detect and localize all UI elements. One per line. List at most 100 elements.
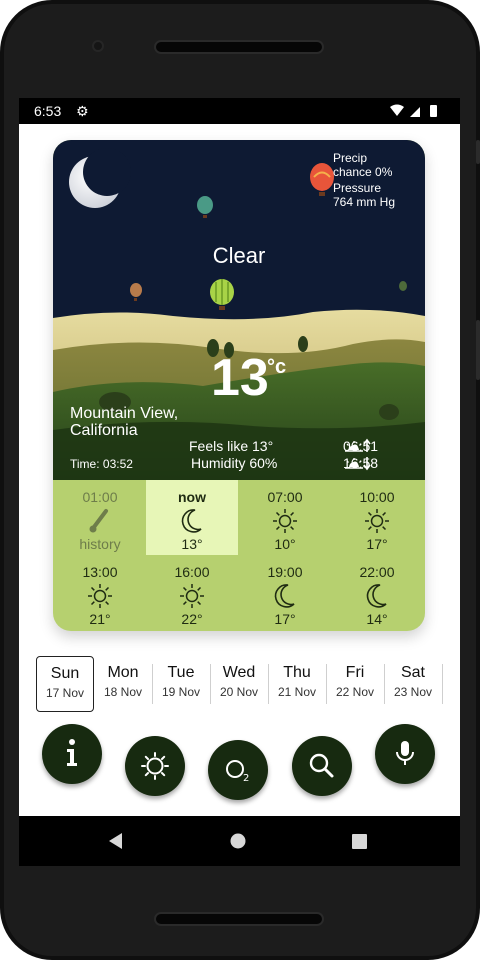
back-icon[interactable] xyxy=(109,833,122,849)
hour-time: 16:00 xyxy=(174,564,210,580)
day-selector: Sun 17 Nov Mon 18 Nov Tue 19 Nov Wed 20 … xyxy=(35,656,447,712)
thermometer-icon xyxy=(89,509,108,533)
o2-button[interactable]: 2 xyxy=(208,740,268,800)
info-icon xyxy=(67,739,77,766)
weather-scene: Precip chance 0% Pressure 764 mm Hg Clea… xyxy=(53,140,425,480)
home-icon[interactable] xyxy=(230,833,246,849)
status-time: 6:53 xyxy=(34,103,62,119)
hour-temperature: 17° xyxy=(366,536,388,552)
sunrise: 06:51 xyxy=(343,438,378,454)
day-tab-mon[interactable]: Mon 18 Nov xyxy=(94,656,152,712)
sun-icon xyxy=(365,509,389,533)
hour-temperature: 22° xyxy=(181,611,203,627)
hour-time: 22:00 xyxy=(359,564,395,580)
sun-icon xyxy=(180,584,204,608)
info-button[interactable] xyxy=(42,724,102,784)
sun-icon xyxy=(273,509,297,533)
precip-value: chance 0% xyxy=(333,165,393,179)
day-date: 21 Nov xyxy=(277,685,317,699)
battery-icon xyxy=(430,105,437,117)
hour-time: 13:00 xyxy=(82,564,118,580)
precip-pressure-info: Precip chance 0% Pressure 764 mm Hg xyxy=(333,151,413,209)
nav-buttons xyxy=(109,833,367,849)
search-button[interactable] xyxy=(292,736,352,796)
sun-settings-button[interactable] xyxy=(125,736,185,796)
hourly-1300[interactable]: 13:00 21° xyxy=(54,555,146,630)
hour-temperature: 17° xyxy=(274,611,296,627)
sunset: 16:58 xyxy=(343,455,378,471)
day-tab-sun[interactable]: Sun 17 Nov xyxy=(36,656,94,712)
sun-settings-icon xyxy=(141,752,169,780)
front-camera xyxy=(92,40,104,52)
history-label: history xyxy=(79,536,121,552)
moon-icon xyxy=(366,584,387,608)
status-bar: 6:53 ⚙ xyxy=(19,98,460,124)
o2-icon: 2 xyxy=(226,760,249,784)
feels-like: Feels like 13° xyxy=(189,438,274,454)
hourly-now[interactable]: now 13° xyxy=(146,480,238,555)
hour-temperature: 21° xyxy=(89,611,111,627)
bottom-speaker xyxy=(154,912,324,926)
side-button xyxy=(476,140,480,164)
side-button xyxy=(476,320,480,380)
location-name: Mountain View, California xyxy=(70,405,179,439)
day-date: 19 Nov xyxy=(161,685,201,699)
navigation-bar xyxy=(19,816,460,866)
signal-icon xyxy=(410,107,420,117)
day-name: Mon xyxy=(107,664,139,681)
day-name: Thu xyxy=(283,664,311,681)
day-divider xyxy=(442,664,443,704)
day-date: 22 Nov xyxy=(335,685,375,699)
day-name: Tue xyxy=(167,664,195,681)
local-time: Time: 03:52 xyxy=(70,457,133,471)
hourly-1600[interactable]: 16:00 22° xyxy=(146,555,238,630)
day-date: 20 Nov xyxy=(219,685,259,699)
hour-time: 19:00 xyxy=(267,564,303,580)
day-tab-tue[interactable]: Tue 19 Nov xyxy=(152,656,210,712)
day-tab-fri[interactable]: Fri 22 Nov xyxy=(326,656,384,712)
o2-subscript: 2 xyxy=(243,773,249,784)
moon-icon xyxy=(274,584,295,608)
microphone-button[interactable] xyxy=(375,724,435,784)
precip-label: Precip xyxy=(333,151,368,165)
hourly-2200[interactable]: 22:00 14° xyxy=(331,555,423,630)
hour-time: 10:00 xyxy=(359,489,395,505)
settings-gear-icon: ⚙ xyxy=(76,103,89,119)
microphone-icon xyxy=(396,741,414,765)
phone-frame: 6:53 ⚙ Precip chance 0% Pressure 764 mm … xyxy=(0,0,480,960)
day-date: 18 Nov xyxy=(103,685,143,699)
weather-card: Precip chance 0% Pressure 764 mm Hg Clea… xyxy=(53,140,425,631)
hour-temperature: 13° xyxy=(181,536,203,552)
day-tab-sat[interactable]: Sat 23 Nov xyxy=(384,656,442,712)
status-icons xyxy=(390,104,437,117)
hour-time: 07:00 xyxy=(267,489,303,505)
day-name: Sat xyxy=(400,664,425,681)
weather-condition: Clear xyxy=(212,243,266,268)
day-date: 23 Nov xyxy=(393,685,433,699)
pressure-value: 764 mm Hg xyxy=(333,195,396,209)
hourly-0700[interactable]: 07:00 10° xyxy=(239,480,331,555)
wifi-icon xyxy=(390,104,404,116)
sunrise-icon xyxy=(345,438,371,452)
earpiece-speaker xyxy=(154,40,324,54)
screen: 6:53 ⚙ Precip chance 0% Pressure 764 mm … xyxy=(19,98,460,866)
hourly-1900[interactable]: 19:00 17° xyxy=(239,555,331,630)
hourly-history[interactable]: 01:00 history xyxy=(54,480,146,555)
day-date: 17 Nov xyxy=(45,686,85,700)
temperature-unit: °c xyxy=(267,356,287,378)
day-name: Fri xyxy=(345,664,365,681)
day-name: Wed xyxy=(222,664,256,681)
pressure-label: Pressure xyxy=(333,181,382,195)
balloon-small xyxy=(399,281,407,291)
hour-time: 01:00 xyxy=(82,489,118,505)
recents-icon[interactable] xyxy=(352,834,367,849)
hour-temperature: 14° xyxy=(366,611,388,627)
hourly-1000[interactable]: 10:00 17° xyxy=(331,480,423,555)
day-name: Sun xyxy=(50,665,80,682)
day-tab-wed[interactable]: Wed 20 Nov xyxy=(210,656,268,712)
humidity: Humidity 60% xyxy=(191,455,278,471)
moon-icon xyxy=(181,509,202,533)
day-tab-thu[interactable]: Thu 21 Nov xyxy=(268,656,326,712)
current-temperature: 13 xyxy=(211,349,269,407)
sun-icon xyxy=(88,584,112,608)
